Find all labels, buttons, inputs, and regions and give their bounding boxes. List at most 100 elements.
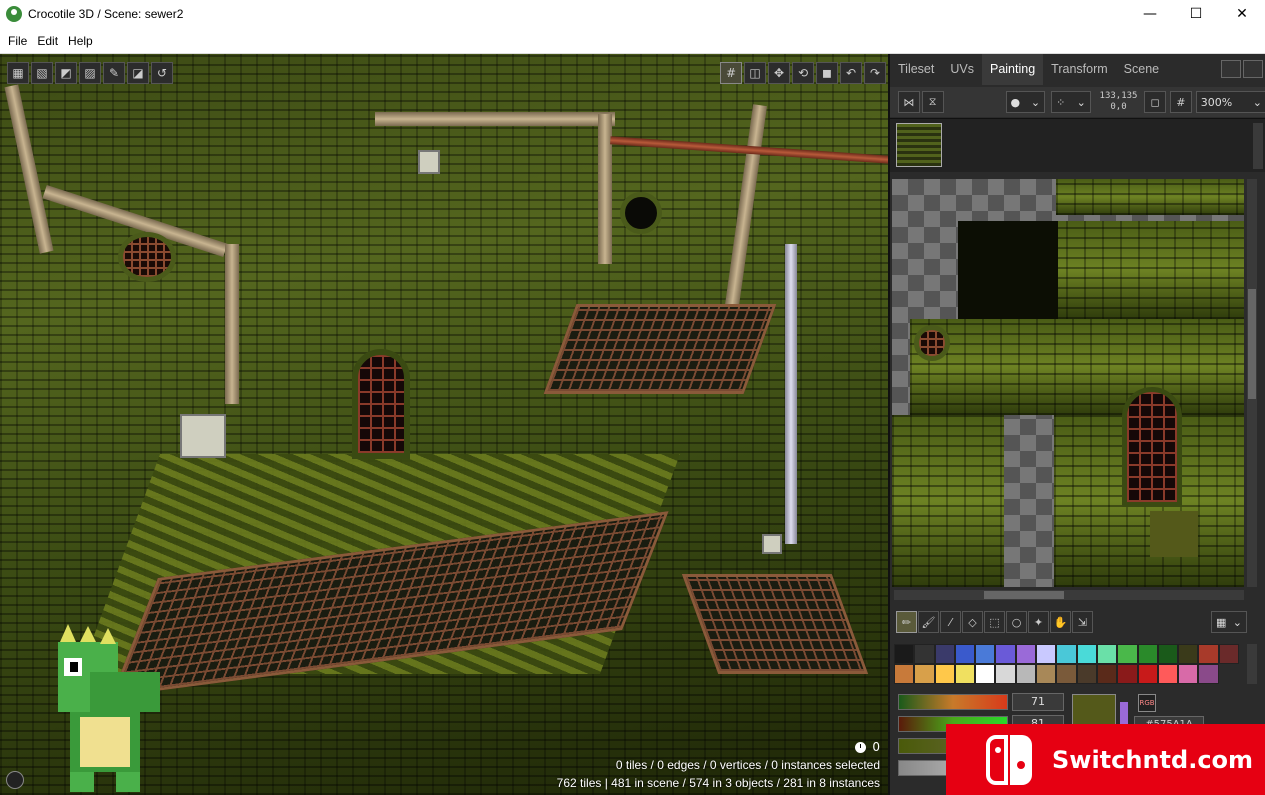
brush-icon[interactable]: 🖌 — [918, 611, 939, 633]
palette-swatch[interactable] — [995, 664, 1016, 684]
junction-box — [762, 534, 782, 554]
brush-size-dropdown[interactable]: ⁘ ⌄ — [1051, 91, 1091, 113]
pipe — [785, 244, 797, 544]
dot-grid-icon: ⁘ — [1056, 95, 1066, 109]
rgb-mode-icon[interactable]: RGB — [1138, 694, 1156, 712]
undo-icon[interactable]: ↶ — [840, 62, 862, 84]
palette-swatch[interactable] — [1117, 644, 1138, 664]
tab-uvs[interactable]: UVs — [942, 54, 982, 85]
palette-view-dropdown[interactable]: ▦ ⌄ — [1211, 611, 1247, 633]
palette-swatch[interactable] — [1015, 644, 1037, 664]
view-gizmo-icon[interactable] — [6, 771, 24, 789]
maximize-icon[interactable]: ☐ — [1173, 0, 1219, 28]
move-icon[interactable]: ✥ — [768, 62, 790, 84]
palette-swatch[interactable] — [1076, 644, 1097, 664]
thumbnail-scrollbar[interactable] — [1253, 123, 1263, 169]
red-value[interactable]: 71 — [1012, 693, 1064, 711]
select-object-icon[interactable]: ▨ — [79, 62, 101, 84]
palette-swatch[interactable] — [1137, 664, 1158, 684]
flip-horizontal-icon[interactable]: ⋈ — [898, 91, 920, 113]
palette-swatch[interactable] — [1036, 664, 1057, 684]
flip-vertical-icon[interactable]: ⧖ — [921, 91, 944, 113]
title-bar: Crocotile 3D / Scene: sewer2 — ☐ ✕ — [0, 0, 1265, 28]
brush-shape-dropdown[interactable]: ● ⌄ — [1005, 91, 1046, 113]
palette-swatch[interactable] — [1056, 664, 1077, 684]
palette-swatch[interactable] — [975, 644, 996, 664]
draw-tile-icon[interactable]: ◪ — [127, 62, 149, 84]
palette-swatch[interactable] — [1157, 644, 1179, 664]
fill-icon[interactable]: ◇ — [962, 611, 983, 633]
minimize-icon[interactable]: — — [1127, 0, 1173, 28]
palette-swatch[interactable] — [1096, 664, 1118, 684]
zoom-dropdown[interactable]: 300% ⌄ — [1195, 91, 1265, 113]
camera-icon[interactable]: ◫ — [744, 62, 766, 84]
crocotile-app-icon — [6, 6, 22, 22]
palette-swatch[interactable] — [1036, 644, 1057, 664]
rotate-tile-icon[interactable]: ↺ — [151, 62, 173, 84]
tile-region — [1056, 179, 1244, 215]
select-edge-icon[interactable]: ▧ — [31, 62, 53, 84]
lasso-icon[interactable]: ○ — [1006, 611, 1027, 633]
tile-region — [892, 415, 1004, 587]
palette-swatch[interactable] — [894, 644, 915, 664]
palette-swatch[interactable] — [1117, 664, 1138, 684]
tab-transform[interactable]: Transform — [1043, 54, 1116, 85]
hand-icon[interactable]: ✋ — [1050, 611, 1071, 633]
tileset-hscrollbar[interactable] — [894, 590, 1244, 600]
menu-edit[interactable]: Edit — [37, 32, 58, 50]
eyedropper-icon[interactable]: ⁄ — [940, 611, 961, 633]
palette-swatch[interactable] — [1056, 644, 1077, 664]
palette-swatch[interactable] — [995, 644, 1016, 664]
palette-swatch[interactable] — [1015, 664, 1037, 684]
tab-tileset[interactable]: Tileset — [890, 54, 942, 85]
red-slider[interactable] — [898, 694, 1008, 710]
palette-swatch[interactable] — [894, 664, 915, 684]
palette-swatch[interactable] — [914, 644, 935, 664]
redo-icon[interactable]: ↷ — [864, 62, 886, 84]
move-selection-icon[interactable]: ⇲ — [1072, 611, 1093, 633]
tab-painting[interactable]: Painting — [981, 54, 1044, 85]
menu-file[interactable]: File — [8, 32, 27, 50]
magic-wand-icon[interactable]: ✦ — [1028, 611, 1049, 633]
palette-swatch[interactable] — [1096, 644, 1118, 664]
watermark-banner: Switchntd.com — [946, 724, 1265, 795]
tileset-thumbnail[interactable] — [896, 123, 942, 167]
palette-swatch[interactable] — [1137, 644, 1158, 664]
tileset-canvas[interactable] — [892, 179, 1244, 587]
palette-swatch[interactable] — [954, 664, 976, 684]
close-icon[interactable]: ✕ — [1219, 0, 1265, 28]
arched-door — [352, 349, 410, 459]
palette-swatch[interactable] — [934, 664, 955, 684]
paint-tile-icon[interactable]: ✎ — [103, 62, 125, 84]
grid-icon[interactable]: # — [720, 62, 742, 84]
select-vertex-icon[interactable]: ◩ — [55, 62, 77, 84]
chevron-down-icon: ⌄ — [1232, 615, 1242, 629]
palette-swatch[interactable] — [1157, 664, 1179, 684]
panel-minimize-icon[interactable] — [1221, 60, 1241, 78]
scale-icon[interactable]: ◼ — [816, 62, 838, 84]
palette-swatch[interactable] — [934, 644, 955, 664]
tileset-vscrollbar[interactable] — [1247, 179, 1257, 587]
zoom-value: 300% — [1200, 95, 1233, 109]
select-tile-icon[interactable]: ▦ — [7, 62, 29, 84]
palette-swatch[interactable] — [1178, 644, 1199, 664]
palette-swatch[interactable] — [914, 664, 935, 684]
palette-swatch[interactable] — [1218, 644, 1239, 664]
tab-scene[interactable]: Scene — [1116, 54, 1167, 85]
rotate-icon[interactable]: ⟲ — [792, 62, 814, 84]
palette-scrollbar[interactable] — [1247, 644, 1257, 684]
scene-stats: 762 tiles | 481 in scene / 574 in 3 obje… — [556, 776, 880, 790]
panel-popout-icon[interactable] — [1243, 60, 1263, 78]
3d-viewport[interactable]: ▦ ▧ ◩ ▨ ✎ ◪ ↺ # ◫ ✥ ⟲ ◼ ↶ ↷ 0 0 tiles / … — [0, 54, 888, 795]
palette-swatch[interactable] — [954, 644, 976, 664]
palette-swatch[interactable] — [1178, 664, 1199, 684]
palette-swatch[interactable] — [975, 664, 996, 684]
rect-select-icon[interactable]: ⬚ — [984, 611, 1005, 633]
menu-help[interactable]: Help — [68, 32, 93, 50]
pencil-icon[interactable]: ✏ — [896, 611, 917, 633]
fit-view-icon[interactable]: ◻ — [1144, 91, 1166, 113]
palette-swatch[interactable] — [1198, 664, 1219, 684]
pixel-grid-icon[interactable]: # — [1170, 91, 1192, 113]
palette-swatch[interactable] — [1198, 644, 1219, 664]
palette-swatch[interactable] — [1076, 664, 1097, 684]
